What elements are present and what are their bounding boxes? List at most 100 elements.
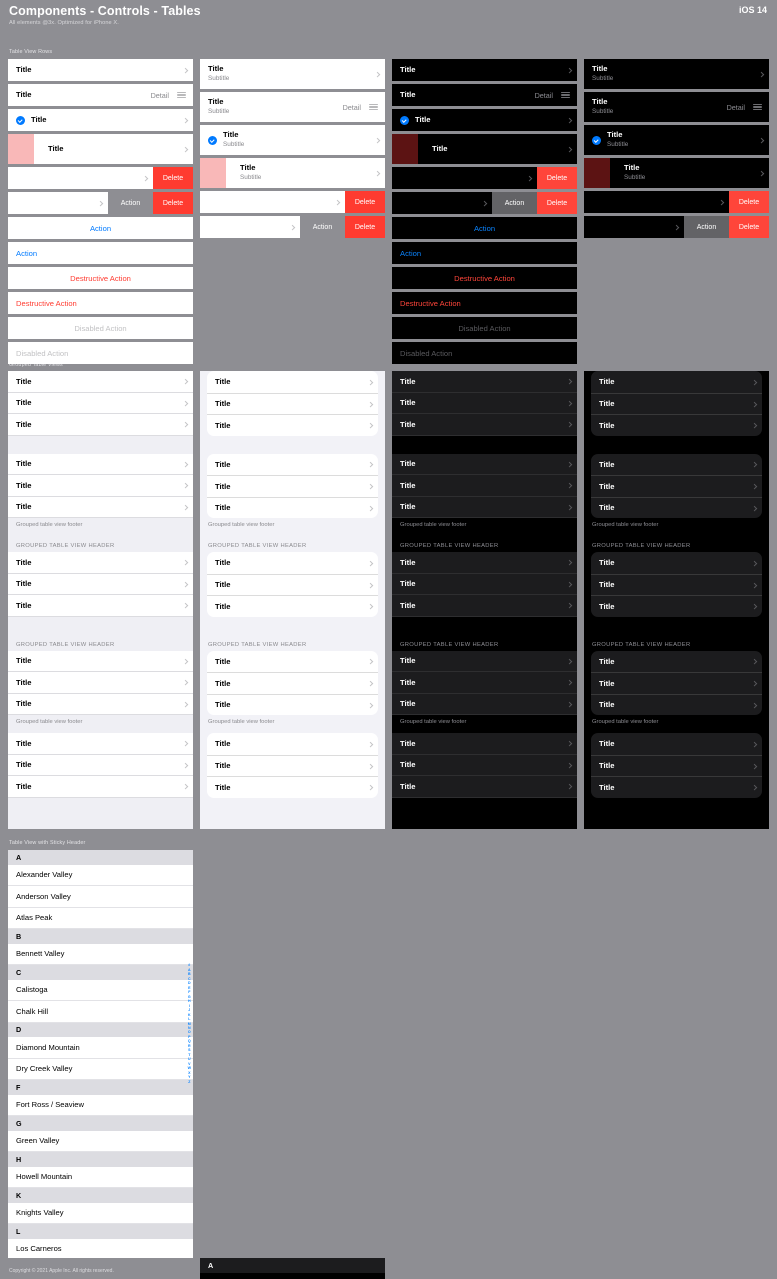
table-row[interactable]: Title <box>8 776 193 798</box>
table-row[interactable]: Title <box>591 496 762 519</box>
table-row[interactable]: Title <box>8 754 193 776</box>
list-item[interactable]: Atlas Peak <box>8 907 193 929</box>
table-row[interactable]: Title <box>8 475 193 497</box>
row-swipe-delete[interactable]: Delete <box>200 191 385 213</box>
row-basic[interactable]: Title <box>392 59 577 81</box>
table-row[interactable]: Title <box>392 552 577 574</box>
table-row[interactable]: Title <box>591 475 762 497</box>
table-row[interactable]: Title <box>207 552 378 574</box>
table-row[interactable]: Title <box>8 672 193 694</box>
table-row[interactable]: Title <box>591 595 762 617</box>
table-row[interactable]: Title <box>392 453 577 475</box>
table-row[interactable]: Title <box>207 371 378 393</box>
table-row[interactable]: Title <box>8 595 193 617</box>
swipe-row-body[interactable] <box>200 216 300 238</box>
action-button[interactable]: Action <box>684 216 729 238</box>
action-button[interactable]: Action <box>300 216 345 238</box>
list-item[interactable]: Anderson Valley <box>8 886 193 908</box>
row-destructive-leading[interactable]: Destructive Action <box>8 292 193 314</box>
table-row[interactable]: Title <box>207 475 378 497</box>
table-row[interactable]: Title <box>207 392 378 415</box>
delete-button[interactable]: Delete <box>345 191 385 213</box>
swipe-row-body[interactable] <box>392 192 492 214</box>
list-item[interactable]: Diamond Mountain <box>8 1037 193 1059</box>
swipe-row-body[interactable] <box>584 191 729 213</box>
row-action-centered[interactable]: Action <box>392 217 577 239</box>
swipe-row-body[interactable] <box>8 167 153 189</box>
delete-button[interactable]: Delete <box>153 192 193 214</box>
index-letter[interactable]: Z <box>188 1080 190 1084</box>
table-row[interactable]: Title <box>591 754 762 777</box>
table-row[interactable]: Title <box>591 672 762 694</box>
table-row[interactable]: Title <box>392 595 577 617</box>
row-detail-reorder[interactable]: Title Detail <box>392 84 577 106</box>
table-row[interactable]: Title <box>392 650 577 672</box>
table-row[interactable]: Title <box>392 672 577 694</box>
reorder-handle-icon[interactable] <box>561 92 570 98</box>
checkmark-icon[interactable] <box>592 135 601 145</box>
swipe-row-body[interactable] <box>8 192 108 214</box>
table-row[interactable]: Title <box>591 651 762 673</box>
row-selected[interactable]: Title Subtitle <box>200 125 385 155</box>
table-row[interactable]: Title <box>207 693 378 716</box>
row-destructive-centered[interactable]: Destructive Action <box>392 267 577 289</box>
row-selected[interactable]: Title <box>392 109 577 131</box>
row-thumbnail[interactable]: Title <box>392 134 577 164</box>
section-index-bar[interactable]: # A B C D E F G H I J K L M N O P Q R S T U V W X Y Z <box>188 963 191 1085</box>
row-destructive-leading[interactable]: Destructive Action <box>392 292 577 314</box>
row-swipe-delete[interactable]: Delete <box>8 167 193 189</box>
table-row[interactable]: Title <box>591 776 762 798</box>
row-action-centered[interactable]: Action <box>8 217 193 239</box>
table-row[interactable]: Title <box>392 414 577 436</box>
table-row[interactable]: Title <box>207 651 378 673</box>
table-row[interactable]: Title <box>591 573 762 596</box>
row-thumbnail[interactable]: Title Subtitle <box>200 158 385 188</box>
table-row[interactable]: Title <box>591 414 762 436</box>
list-item[interactable]: Fort Ross / Seaview <box>8 1094 193 1116</box>
list-item[interactable]: Dry Creek Valley <box>8 1058 193 1080</box>
row-thumbnail[interactable]: Title Subtitle <box>584 158 769 188</box>
checkmark-icon[interactable] <box>400 115 409 125</box>
table-row[interactable]: Title <box>207 754 378 777</box>
table-row[interactable]: Title <box>8 573 193 595</box>
list-item[interactable]: Knights Valley <box>8 1202 193 1224</box>
table-row[interactable]: Title <box>207 414 378 436</box>
swipe-row-body[interactable] <box>392 167 537 189</box>
delete-button[interactable]: Delete <box>345 216 385 238</box>
list-item[interactable]: Los Carneros <box>8 1238 193 1258</box>
row-destructive-centered[interactable]: Destructive Action <box>8 267 193 289</box>
delete-button[interactable]: Delete <box>729 191 769 213</box>
row-basic[interactable]: Title Subtitle <box>584 59 769 89</box>
row-swipe-action-delete[interactable]: Action Delete <box>8 192 193 214</box>
sticky-header-table-dark[interactable]: AAlexander ValleyAnderson ValleyAtlas Pe… <box>200 1258 385 1279</box>
table-row[interactable]: Title <box>207 672 378 694</box>
row-detail-reorder[interactable]: Title Detail <box>8 84 193 106</box>
row-swipe-action-delete[interactable]: Action Delete <box>200 216 385 238</box>
row-basic[interactable]: Title <box>8 59 193 81</box>
table-row[interactable]: Title <box>591 454 762 476</box>
list-item[interactable]: Chalk Hill <box>8 1001 193 1023</box>
table-row[interactable]: Title <box>392 693 577 715</box>
checkmark-icon[interactable] <box>208 135 217 145</box>
delete-button[interactable]: Delete <box>153 167 193 189</box>
row-selected[interactable]: Title <box>8 109 193 131</box>
table-row[interactable]: Title <box>392 776 577 798</box>
table-row[interactable]: Title <box>392 496 577 518</box>
table-row[interactable]: Title <box>392 573 577 595</box>
table-row[interactable]: Title <box>392 475 577 497</box>
table-row[interactable]: Title <box>392 754 577 776</box>
action-button[interactable]: Action <box>108 192 153 214</box>
table-row[interactable]: Title <box>8 392 193 414</box>
row-action-leading[interactable]: Action <box>392 242 577 264</box>
table-row[interactable]: Title <box>591 693 762 716</box>
row-thumbnail[interactable]: Title <box>8 134 193 164</box>
table-row[interactable]: Title <box>392 733 577 755</box>
table-row[interactable]: Title <box>8 414 193 436</box>
table-row[interactable]: Title <box>207 733 378 755</box>
row-action-leading[interactable]: Action <box>8 242 193 264</box>
table-row[interactable]: Title <box>8 371 193 393</box>
list-item[interactable]: Calistoga <box>8 979 193 1001</box>
sticky-header-table-light[interactable]: A Alexander Valley Anderson Valley Atlas Pe… <box>8 850 193 1258</box>
table-row[interactable]: Title <box>591 371 762 393</box>
table-row[interactable]: Title <box>591 552 762 574</box>
